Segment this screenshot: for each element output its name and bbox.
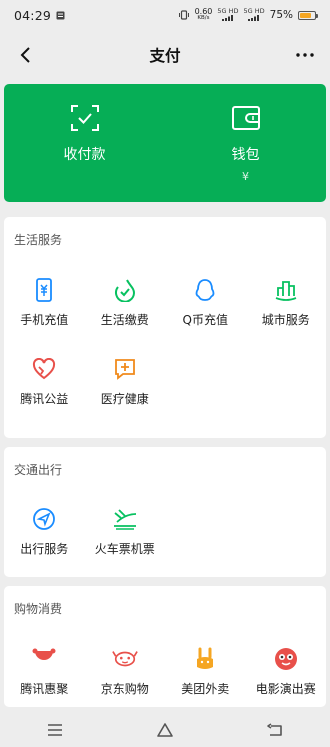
battery-fill — [300, 12, 311, 18]
jd-shopping-icon — [111, 646, 138, 672]
phone-recharge-icon — [31, 277, 57, 303]
status-right: 0.60 KB/s 5G HD 5G HD 75% — [178, 6, 318, 23]
service-grid: 手机充值 生活缴费 Q币充值 城市服务 腾讯公益 医疗健康 — [4, 277, 326, 407]
vibrate-icon — [178, 10, 189, 20]
service-label: 电影演出赛 — [255, 682, 316, 696]
service-label: 出行服务 — [20, 542, 69, 556]
net-speed: 0.60 KB/s — [195, 8, 213, 22]
travel-service-icon — [31, 506, 57, 532]
net-speed-value: 0.60 — [194, 7, 213, 16]
service-label: 腾讯惠聚 — [20, 682, 69, 696]
more-button[interactable] — [290, 40, 320, 70]
menu-button[interactable] — [35, 715, 75, 745]
service-medical[interactable]: 医疗健康 — [85, 356, 166, 407]
service-label: 手机充值 — [20, 313, 69, 327]
system-nav-bar — [0, 712, 330, 747]
signal-1: 5G HD — [217, 6, 239, 23]
service-city-service[interactable]: 城市服务 — [246, 277, 327, 328]
page-title: 支付 — [149, 47, 181, 65]
section-transport: 交通出行 出行服务 火车票机票 — [4, 447, 326, 577]
back-arrow-icon — [20, 47, 30, 63]
service-movie-show[interactable]: 电影演出赛 — [246, 646, 327, 697]
service-label: 腾讯公益 — [20, 392, 69, 406]
return-icon — [267, 722, 282, 736]
signal-1-label: 5G HD — [217, 6, 239, 15]
medical-health-icon — [112, 356, 138, 382]
service-charity[interactable]: 腾讯公益 — [4, 356, 85, 407]
qq-coin-icon — [192, 277, 218, 303]
wallet-balance: ¥ — [242, 170, 249, 183]
service-label: 生活缴费 — [100, 313, 149, 327]
battery-icon — [298, 10, 318, 20]
section-title: 购物消费 — [14, 602, 63, 616]
service-label: 美团外卖 — [181, 682, 230, 696]
sim-icon — [56, 11, 65, 19]
wallet-label: 钱包 — [231, 147, 260, 163]
signal-bars-icon — [221, 14, 233, 21]
city-service-icon — [273, 277, 299, 303]
movie-show-icon — [273, 646, 299, 672]
wallet-icon — [231, 106, 260, 130]
section-title: 生活服务 — [14, 233, 63, 247]
service-phone-recharge[interactable]: 手机充值 — [4, 277, 85, 328]
menu-icon — [48, 723, 62, 736]
more-icon — [296, 53, 314, 57]
service-train-plane[interactable]: 火车票机票 — [85, 506, 166, 557]
service-jd-shopping[interactable]: 京东购物 — [85, 646, 166, 697]
nav-bar: 支付 — [0, 30, 330, 80]
section-life-services: 生活服务 手机充值 生活缴费 Q币充值 城市服务 腾讯公益 医疗健康 — [4, 217, 326, 438]
scan-pay-label: 收付款 — [63, 147, 106, 163]
train-plane-icon — [112, 506, 138, 532]
status-left: 04:29 — [14, 8, 65, 23]
pay-card: 收付款 钱包 ¥ — [4, 84, 326, 202]
charity-heart-icon — [31, 356, 57, 382]
signal-2-label: 5G HD — [243, 6, 265, 15]
status-time: 04:29 — [14, 7, 52, 23]
utility-payment-icon — [112, 277, 138, 303]
home-button[interactable] — [145, 715, 185, 745]
meituan-delivery-icon — [192, 646, 218, 672]
signal-bars-icon — [248, 14, 260, 21]
service-grid: 出行服务 火车票机票 — [4, 506, 326, 557]
service-qq-coin[interactable]: Q币充值 — [165, 277, 246, 328]
service-label: 火车票机票 — [94, 542, 155, 556]
section-title: 交通出行 — [14, 463, 63, 477]
service-meituan[interactable]: 美团外卖 — [165, 646, 246, 697]
scan-pay-icon — [70, 105, 99, 131]
section-shopping: 购物消费 腾讯惠聚 京东购物 美团外卖 电影演出赛 — [4, 586, 326, 707]
service-label: 医疗健康 — [100, 392, 149, 406]
back-button[interactable] — [10, 40, 40, 70]
wallet-button[interactable]: 钱包 ¥ — [165, 84, 326, 202]
service-label: 京东购物 — [100, 682, 149, 696]
service-label: 城市服务 — [261, 313, 310, 327]
service-label: Q币充值 — [182, 313, 228, 327]
status-bar: 04:29 0.60 KB/s 5G HD 5G HD 75% — [0, 0, 330, 30]
signal-2: 5G HD — [243, 6, 265, 23]
net-speed-unit: KB/s — [197, 15, 210, 21]
service-tencent-huiju[interactable]: 腾讯惠聚 — [4, 646, 85, 697]
service-utility-payment[interactable]: 生活缴费 — [85, 277, 166, 328]
scan-pay-button[interactable]: 收付款 — [4, 84, 165, 202]
tencent-huiju-icon — [31, 646, 57, 672]
back-system-button[interactable] — [255, 715, 295, 745]
home-icon — [157, 722, 173, 737]
service-grid: 腾讯惠聚 京东购物 美团外卖 电影演出赛 — [4, 646, 326, 697]
battery-percent: 75% — [269, 9, 293, 21]
service-travel[interactable]: 出行服务 — [4, 506, 85, 557]
